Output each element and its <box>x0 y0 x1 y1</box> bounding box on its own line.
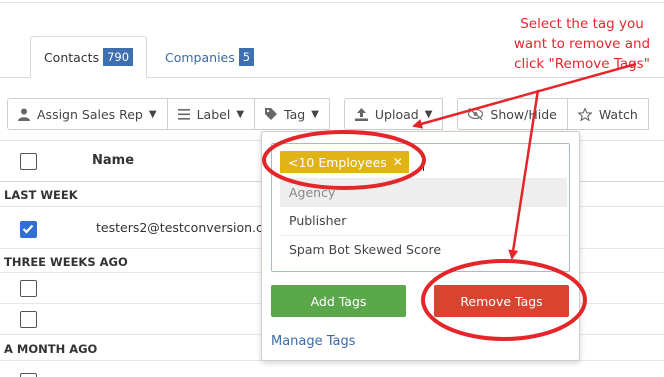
tag-button-label: Tag <box>284 106 306 122</box>
label-button-label: Label <box>196 106 231 122</box>
selected-tag-chip[interactable]: <10 Employees ✕ <box>280 151 409 173</box>
name-column-header: Name <box>92 153 135 168</box>
tag-icon <box>265 108 278 120</box>
tag-option[interactable]: Agency <box>280 178 567 206</box>
tab-companies-count: 5 <box>238 48 255 66</box>
show-hide-button[interactable]: Show/Hide <box>457 98 568 130</box>
upload-button[interactable]: Upload ▼ <box>343 98 444 130</box>
label-button[interactable]: Label ▼ <box>166 98 256 130</box>
row-checkbox[interactable] <box>20 311 37 328</box>
row-checkbox[interactable] <box>20 373 37 377</box>
manage-tags-link[interactable]: Manage Tags <box>271 334 356 349</box>
annotation-line: click "Remove Tags" <box>514 56 650 72</box>
selected-tag-label: <10 Employees <box>288 154 387 170</box>
chevron-down-icon: ▼ <box>148 108 157 120</box>
annotation-note: Select the tag you want to remove and cl… <box>503 14 661 74</box>
eye-slash-icon <box>468 108 484 120</box>
star-icon <box>577 107 592 121</box>
group-heading: THREE WEEKS AGO <box>4 255 128 269</box>
tag-button[interactable]: Tag ▼ <box>254 98 330 130</box>
assign-sales-rep-button[interactable]: Assign Sales Rep ▼ <box>7 98 168 130</box>
user-icon <box>18 108 30 121</box>
upload-icon <box>354 107 368 121</box>
checkmark-icon <box>22 224 34 234</box>
annotation-line: Select the tag you <box>520 16 644 32</box>
watch-button[interactable]: Watch <box>566 98 649 130</box>
tag-option[interactable]: Spam Bot Skewed Score <box>280 235 567 263</box>
tag-option[interactable]: Publisher <box>280 206 567 234</box>
chevron-down-icon: ▼ <box>236 108 245 120</box>
tab-contacts-count: 790 <box>103 48 134 66</box>
group-heading: LAST WEEK <box>4 188 78 202</box>
toolbar: Assign Sales Rep ▼ Label ▼ Tag ▼ Upload … <box>7 98 649 130</box>
tag-dropdown: <10 Employees ✕ Agency Publisher Spam Bo… <box>261 131 580 361</box>
tab-companies-label: Companies <box>165 49 235 65</box>
tab-contacts[interactable]: Contacts 790 <box>30 36 147 78</box>
group-heading: A MONTH AGO <box>4 342 98 356</box>
tag-select-box[interactable]: <10 Employees ✕ Agency Publisher Spam Bo… <box>271 143 570 272</box>
top-divider <box>0 2 664 3</box>
close-icon[interactable]: ✕ <box>393 155 403 169</box>
row-checkbox[interactable] <box>20 221 37 238</box>
list-icon <box>177 108 190 120</box>
show-hide-label: Show/Hide <box>490 106 557 122</box>
remove-tags-button[interactable]: Remove Tags <box>434 285 569 317</box>
tab-companies[interactable]: Companies 5 <box>165 36 255 78</box>
watch-label: Watch <box>598 106 638 122</box>
chevron-down-icon: ▼ <box>311 108 319 120</box>
select-all-checkbox[interactable] <box>20 153 37 170</box>
chevron-down-icon: ▼ <box>424 108 433 120</box>
tab-contacts-label: Contacts <box>43 49 100 65</box>
upload-button-label: Upload <box>374 106 419 122</box>
row-checkbox[interactable] <box>20 280 37 297</box>
annotation-line: want to remove and <box>513 36 651 52</box>
contact-email[interactable]: testers2@testconversion.com <box>96 220 283 235</box>
text-cursor <box>423 154 424 171</box>
add-tags-button[interactable]: Add Tags <box>271 285 406 317</box>
assign-sales-rep-label: Assign Sales Rep <box>37 106 143 122</box>
